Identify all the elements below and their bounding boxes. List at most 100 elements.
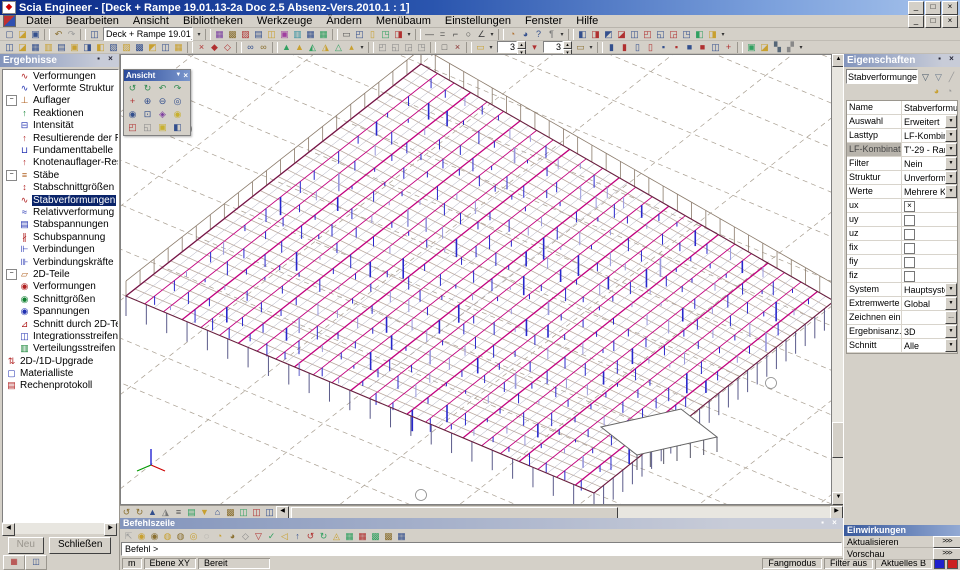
- viewport-hscrollbar[interactable]: [289, 507, 830, 518]
- save-view-icon[interactable]: ▣: [745, 41, 758, 53]
- pin-icon[interactable]: ▪: [934, 54, 945, 65]
- result-diagram-1-icon[interactable]: ▮: [605, 41, 618, 53]
- tree-item-stabspannungen[interactable]: ▤Stabspannungen: [3, 219, 118, 231]
- clipboard-icon[interactable]: ◫: [265, 28, 278, 40]
- filter-advanced-icon[interactable]: ▽: [932, 71, 945, 83]
- menu-fenster[interactable]: Fenster: [518, 15, 569, 28]
- tree-item-verformte-struktur[interactable]: ∿Verformte Struktur: [3, 82, 118, 94]
- chevron-down-icon[interactable]: ▼: [175, 70, 181, 81]
- close-icon[interactable]: ×: [946, 54, 957, 65]
- snap-middle-icon[interactable]: ◍: [161, 530, 174, 542]
- open-project-icon[interactable]: ◪: [16, 28, 29, 40]
- ellipsis-button[interactable]: ...: [945, 311, 957, 324]
- snap-point-1-icon[interactable]: ▲: [280, 41, 293, 53]
- dock-tab-tree-icon[interactable]: ▦: [3, 555, 25, 570]
- table-results-icon[interactable]: ▦: [304, 28, 317, 40]
- dropdown-icon[interactable]: ▼: [945, 129, 957, 142]
- dropdown-icon[interactable]: ▼: [945, 297, 957, 310]
- label-nodes-icon[interactable]: ▥: [42, 41, 55, 53]
- snap-intersection-icon[interactable]: ◎: [187, 530, 200, 542]
- menu-bearbeiten[interactable]: Bearbeiten: [59, 15, 126, 28]
- vertical-input-icon[interactable]: ↑: [291, 530, 304, 542]
- triangulate-icon[interactable]: ◬: [330, 530, 343, 542]
- render-wire-icon[interactable]: ◨: [81, 41, 94, 53]
- command-input[interactable]: Befehl >: [121, 542, 842, 556]
- document-icon[interactable]: [3, 15, 16, 27]
- ucs-1-icon[interactable]: ◰: [376, 41, 389, 53]
- connect-members-icon[interactable]: ∞: [244, 41, 257, 53]
- redo-point-icon[interactable]: ↻: [317, 530, 330, 542]
- mesh-refine-1-icon[interactable]: ▦: [343, 530, 356, 542]
- rotate-left-icon[interactable]: ↺: [125, 82, 140, 95]
- snap-polygon-icon[interactable]: ◇: [239, 530, 252, 542]
- clipping-box-icon[interactable]: ◈: [155, 108, 170, 121]
- snap-point-5-icon[interactable]: △: [332, 41, 345, 53]
- rotate-view-left-icon[interactable]: ↺: [120, 506, 133, 518]
- tree-item-reaktionen[interactable]: ↑Reaktionen: [3, 107, 118, 119]
- print-view-icon[interactable]: ▚: [771, 41, 784, 53]
- tree-expander-icon[interactable]: −: [6, 269, 17, 280]
- menu-ansicht[interactable]: Ansicht: [126, 15, 176, 28]
- menu-datei[interactable]: Datei: [19, 15, 59, 28]
- result-diagram-3-icon[interactable]: ▯: [631, 41, 644, 53]
- toolbar-dropdown-icon[interactable]: ▾: [195, 31, 203, 38]
- scale-spinner[interactable]: 3▴▾: [497, 41, 526, 53]
- view-layout-10-icon[interactable]: ◧: [693, 28, 706, 40]
- project-manager-icon[interactable]: ◫: [88, 28, 101, 40]
- dock-tab-window-icon[interactable]: ◫: [25, 555, 47, 570]
- disconnect-members-icon[interactable]: ∞: [257, 41, 270, 53]
- context-help-icon[interactable]: ¶: [545, 28, 558, 40]
- edit-properties-icon[interactable]: ╱: [945, 71, 958, 83]
- tree-item-integrationsstreifen[interactable]: ◫Integrationsstreifen: [3, 330, 118, 342]
- snap-arc-icon[interactable]: ◕: [226, 530, 239, 542]
- scale-box-icon[interactable]: ▭: [574, 41, 587, 53]
- results-manager-icon[interactable]: ▨: [239, 28, 252, 40]
- result-diagram-2-icon[interactable]: ▮: [618, 41, 631, 53]
- view-layout-3-icon[interactable]: ◩: [602, 28, 615, 40]
- chart-gray-icon[interactable]: ◔: [943, 85, 956, 97]
- dropdown-icon[interactable]: ▼: [945, 115, 957, 128]
- view-top-icon[interactable]: ▲: [146, 506, 159, 518]
- beam-display-icon[interactable]: ◪: [16, 41, 29, 53]
- new-project-icon[interactable]: ▢: [3, 28, 16, 40]
- checkbox-unchecked[interactable]: [904, 215, 915, 226]
- menu--ndern[interactable]: Ändern: [319, 15, 368, 28]
- layer-box-icon[interactable]: ▭: [474, 41, 487, 53]
- checkbox-unchecked[interactable]: [904, 257, 915, 268]
- toolbar-dropdown-icon[interactable]: ▾: [488, 31, 496, 38]
- result-diagram-7-icon[interactable]: ■: [683, 41, 696, 53]
- pin-icon[interactable]: ▪: [817, 518, 828, 529]
- render-solid-icon[interactable]: ◧: [94, 41, 107, 53]
- view-layout-7-icon[interactable]: ◱: [654, 28, 667, 40]
- cursor-filter-icon[interactable]: ▽: [252, 530, 265, 542]
- 3d-viewport[interactable]: Ansicht ▼ × ↺↻↶↷+⊕⊖◎◉⊡◈◉◰◱▣◧: [120, 54, 832, 505]
- tree-item-auflager[interactable]: −⊥Auflager: [3, 95, 118, 107]
- tree-item-verbindungen[interactable]: ⊩Verbindungen: [3, 243, 118, 255]
- calculation-icon[interactable]: ▦: [213, 28, 226, 40]
- dropdown-icon[interactable]: ▼: [945, 171, 957, 184]
- tree-item-schnittgr-en[interactable]: ◉Schnittgrößen: [3, 293, 118, 305]
- draw-rectangle-icon[interactable]: ⌐: [449, 28, 462, 40]
- delete-icon[interactable]: ×: [195, 41, 208, 53]
- snap-ortho-icon[interactable]: ◌: [200, 530, 213, 542]
- view-layout-11-icon[interactable]: ◨: [706, 28, 719, 40]
- properties-combo[interactable]: Stabverformungen (1) ▼: [846, 69, 918, 84]
- show-grid-icon[interactable]: ▦: [172, 41, 185, 53]
- result-diagram-6-icon[interactable]: ▪: [670, 41, 683, 53]
- result-diagram-8-icon[interactable]: ■: [696, 41, 709, 53]
- dropdown-icon[interactable]: ▼: [945, 185, 957, 198]
- save-project-icon[interactable]: ▣: [29, 28, 42, 40]
- tree-item-materialliste[interactable]: ▢Materialliste: [3, 367, 118, 379]
- scale-spinner[interactable]: 3▴▾: [543, 41, 572, 53]
- tree-item-stabverformungen[interactable]: ∿Stabverformungen: [3, 194, 118, 206]
- move-icon[interactable]: ◆: [208, 41, 221, 53]
- pin-icon[interactable]: ▪: [93, 54, 104, 65]
- tree-item-rechenprotokoll[interactable]: ▤Rechenprotokoll: [3, 380, 118, 392]
- scale-results-icon[interactable]: ▾: [528, 41, 541, 53]
- tree-item-spannungen[interactable]: ◉Spannungen: [3, 305, 118, 317]
- label-loads-icon[interactable]: ▣: [68, 41, 81, 53]
- document-icon[interactable]: ▤: [252, 28, 265, 40]
- table-input-icon[interactable]: ▦: [317, 28, 330, 40]
- zoom-window-icon[interactable]: ◎: [170, 95, 185, 108]
- tree-item-st-be[interactable]: −≡Stäbe: [3, 169, 118, 181]
